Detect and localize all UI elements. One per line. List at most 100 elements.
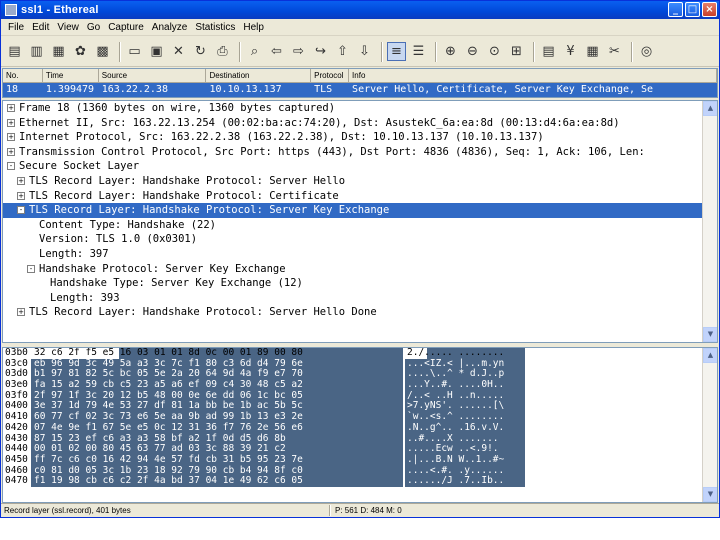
- normal-size-icon[interactable]: ⊙: [485, 42, 504, 61]
- column-header-no[interactable]: No.: [3, 69, 43, 82]
- packet-list-pane[interactable]: No. Time Source Destination Protocol Inf…: [2, 68, 718, 98]
- column-header-source[interactable]: Source: [99, 69, 207, 82]
- hex-bytes[interactable]: f1 19 98 cb c6 c2 2f 4a bd 37 04 1e 49 6…: [31, 476, 403, 487]
- print-icon[interactable]: ⎙: [213, 42, 232, 61]
- close-file-icon[interactable]: ✕: [169, 42, 188, 61]
- capture-filters-icon[interactable]: ▤: [539, 42, 558, 61]
- find-packet-icon[interactable]: ⌕: [245, 42, 264, 61]
- detail-line[interactable]: + TLS Record Layer: Handshake Protocol: C…: [3, 189, 717, 204]
- detail-line-text: TLS Record Layer: Handshake Protocol: Ce…: [29, 189, 339, 202]
- detail-line[interactable]: Version: TLS 1.0 (0x0301): [3, 232, 717, 247]
- detail-line-selected[interactable]: - TLS Record Layer: Handshake Protocol: S…: [3, 203, 717, 218]
- detail-line[interactable]: - Secure Socket Layer: [3, 159, 717, 174]
- column-header-time[interactable]: Time: [43, 69, 99, 82]
- detail-line[interactable]: + Transmission Control Protocol, Src Port…: [3, 145, 717, 160]
- packet-row-selected[interactable]: 18 1.399479 163.22.2.38 10.10.13.137 TLS…: [3, 83, 717, 97]
- minimize-button[interactable]: _: [668, 2, 683, 17]
- display-filters-icon[interactable]: ¥: [561, 42, 580, 61]
- menu-capture[interactable]: Capture: [104, 22, 148, 33]
- scroll-down-arrow-icon[interactable]: ▼: [703, 487, 717, 502]
- scroll-up-arrow-icon[interactable]: ▲: [703, 101, 717, 116]
- start-capture-icon[interactable]: ▦: [49, 42, 68, 61]
- detail-line[interactable]: + Frame 18 (1360 bytes on wire, 1360 byte…: [3, 101, 717, 116]
- zoom-out-icon[interactable]: ⊖: [463, 42, 482, 61]
- collapse-icon[interactable]: -: [7, 162, 15, 171]
- menu-view[interactable]: View: [53, 22, 83, 33]
- detail-line[interactable]: Length: 397: [3, 247, 717, 262]
- expand-icon[interactable]: +: [7, 147, 15, 156]
- menu-go[interactable]: Go: [83, 22, 104, 33]
- go-to-packet-icon[interactable]: ↪: [311, 42, 330, 61]
- resize-columns-icon[interactable]: ⊞: [507, 42, 526, 61]
- hex-ascii[interactable]: .N..g^.. .16.v.V.: [405, 422, 525, 434]
- menu-analyze[interactable]: Analyze: [148, 22, 192, 33]
- restart-capture-icon[interactable]: ✿: [71, 42, 90, 61]
- hex-row[interactable]: 0450 ff 7c c6 c0 16 42 94 4e 57 fd cb 31 …: [3, 454, 717, 466]
- expand-icon[interactable]: +: [7, 133, 15, 142]
- auto-scroll-icon[interactable]: ☰: [409, 42, 428, 61]
- save-file-icon[interactable]: ▣: [147, 42, 166, 61]
- menu-edit[interactable]: Edit: [28, 22, 53, 33]
- detail-line-text: Ethernet II, Src: 163.22.13.254 (00:02:b…: [19, 116, 620, 129]
- hex-row[interactable]: 0420 07 4e 9e f1 67 5e e5 0c 12 31 36 f7 …: [3, 421, 717, 434]
- expand-icon[interactable]: +: [17, 176, 25, 185]
- detail-line[interactable]: + Ethernet II, Src: 163.22.13.254 (00:02:…: [3, 116, 717, 131]
- expand-icon[interactable]: +: [7, 104, 15, 112]
- detail-line-text: Transmission Control Protocol, Src Port:…: [19, 145, 645, 158]
- collapse-icon[interactable]: -: [27, 264, 35, 273]
- detail-line[interactable]: + TLS Record Layer: Handshake Protocol: S…: [3, 174, 717, 189]
- packet-time: 1.399479: [45, 84, 95, 95]
- toolbar-separator: [381, 41, 383, 62]
- column-header-destination[interactable]: Destination: [206, 69, 312, 82]
- stop-capture-icon[interactable]: ▩: [93, 42, 112, 61]
- column-header-info[interactable]: Info: [349, 69, 717, 82]
- hex-ascii[interactable]: .|...B.N W..1..#~: [405, 454, 525, 466]
- colorize-icon[interactable]: ≡: [387, 42, 406, 61]
- menu-statistics[interactable]: Statistics: [191, 22, 239, 33]
- column-header-protocol[interactable]: Protocol: [311, 69, 350, 82]
- scroll-down-arrow-icon[interactable]: ▼: [703, 327, 717, 342]
- capture-options-icon[interactable]: ▥: [27, 42, 46, 61]
- packet-details-pane[interactable]: + Frame 18 (1360 bytes on wire, 1360 byte…: [2, 100, 718, 343]
- hex-ascii[interactable]: ....../J .7..Ib..: [405, 476, 525, 487]
- open-file-icon[interactable]: ▭: [125, 42, 144, 61]
- close-button[interactable]: ×: [702, 2, 717, 17]
- hex-bytes[interactable]: ff 7c c6 c0 16 42 94 4e 57 fd cb 31 b5 9…: [31, 454, 403, 466]
- expand-icon[interactable]: +: [7, 118, 15, 127]
- detail-line[interactable]: Content Type: Handshake (22): [3, 218, 717, 233]
- go-last-icon[interactable]: ⇩: [355, 42, 374, 61]
- go-forward-icon[interactable]: ⇨: [289, 42, 308, 61]
- scroll-up-arrow-icon[interactable]: ▲: [703, 348, 717, 363]
- bytes-vertical-scrollbar[interactable]: ▲ ▼: [702, 348, 717, 502]
- detail-line-text: Handshake Protocol: Server Key Exchange: [39, 262, 286, 275]
- detail-line-text: Length: 397: [39, 247, 109, 260]
- help-icon[interactable]: ◎: [637, 42, 656, 61]
- go-first-icon[interactable]: ⇧: [333, 42, 352, 61]
- hex-offset: 0420: [5, 421, 28, 433]
- hex-row[interactable]: 0470 f1 19 98 cb c6 c2 2f 4a bd 37 04 1e …: [3, 476, 717, 487]
- packet-bytes-pane[interactable]: 03b0 32 c6 2f f5 e5 16 03 01 01 8d 0c 00 …: [2, 347, 718, 503]
- detail-line-text: Version: TLS 1.0 (0x0301): [39, 233, 198, 246]
- expand-icon[interactable]: +: [17, 191, 25, 200]
- coloring-rules-icon[interactable]: ▦: [583, 42, 602, 61]
- detail-line[interactable]: - Handshake Protocol: Server Key Exchange: [3, 262, 717, 277]
- expand-icon[interactable]: +: [17, 308, 25, 317]
- collapse-icon[interactable]: -: [17, 206, 25, 215]
- detail-line[interactable]: Length: 393: [3, 291, 717, 306]
- menu-help[interactable]: Help: [239, 22, 268, 33]
- details-vertical-scrollbar[interactable]: ▲ ▼: [702, 101, 717, 342]
- preferences-icon[interactable]: ✂: [605, 42, 624, 61]
- zoom-in-icon[interactable]: ⊕: [441, 42, 460, 61]
- menu-file[interactable]: File: [4, 22, 28, 33]
- detail-line[interactable]: Handshake Type: Server Key Exchange (12): [3, 276, 717, 291]
- reload-icon[interactable]: ↻: [191, 42, 210, 61]
- detail-line[interactable]: + TLS Record Layer: Handshake Protocol: S…: [3, 305, 717, 320]
- go-back-icon[interactable]: ⇦: [267, 42, 286, 61]
- hex-bytes[interactable]: 07 4e 9e f1 67 5e e5 0c 12 31 36 f7 76 2…: [31, 422, 403, 434]
- interface-list-icon[interactable]: ▤: [5, 42, 24, 61]
- detail-line[interactable]: + Internet Protocol, Src: 163.22.2.38 (16…: [3, 130, 717, 145]
- status-bar: Record layer (ssl.record), 401 bytes P: …: [1, 503, 719, 517]
- title-bar[interactable]: ssl1 - Ethereal _ □ ×: [1, 1, 719, 19]
- maximize-button[interactable]: □: [685, 2, 700, 17]
- status-divider: [329, 505, 331, 516]
